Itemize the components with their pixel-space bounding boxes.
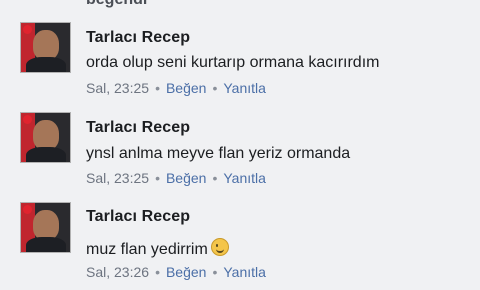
comment-text: ynsl anlma meyve flan yeriz ormanda	[86, 145, 351, 162]
comment-meta: Sal, 23:26 • Beğen • Yanıtla	[86, 264, 266, 280]
comment-author[interactable]: Tarlacı Recep	[86, 119, 190, 137]
comment-item: Tarlacı Recep orda olup seni kurtarıp or…	[0, 0, 480, 96]
comment-item: Tarlacı Recep muz flan yedirrim Sal, 23:…	[0, 180, 480, 280]
comment-author[interactable]: Tarlacı Recep	[86, 208, 190, 226]
comment-time[interactable]: Sal, 23:26	[86, 264, 149, 280]
separator-dot: •	[155, 264, 160, 280]
comment-text: orda olup seni kurtarıp ormana kacırırdı…	[86, 54, 380, 71]
avatar[interactable]	[20, 22, 71, 73]
like-button[interactable]: Beğen	[166, 264, 206, 280]
comment-author[interactable]: Tarlacı Recep	[86, 29, 190, 47]
comment-item: Tarlacı Recep ynsl anlma meyve flan yeri…	[0, 90, 480, 186]
reply-button[interactable]: Yanıtla	[223, 264, 266, 280]
avatar[interactable]	[20, 112, 71, 163]
comment-text-content: muz flan yedirrim	[86, 241, 208, 258]
separator-dot: •	[212, 264, 218, 280]
avatar[interactable]	[20, 202, 71, 253]
comment-text: muz flan yedirrim	[86, 238, 229, 259]
wink-emoji-icon	[210, 238, 229, 256]
